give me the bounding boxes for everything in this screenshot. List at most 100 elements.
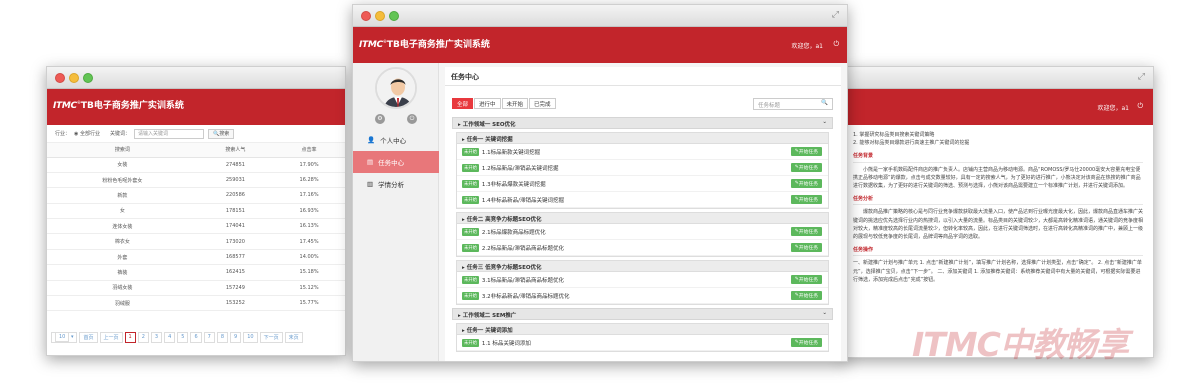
tab-completed[interactable]: 已完成 — [529, 98, 556, 109]
start-task-button[interactable]: ✎ 开始任务 — [790, 243, 822, 252]
task-item-title: 2.2标品新品/滞销品商品标题优化 — [481, 245, 564, 252]
search-icon[interactable]: 🔍 — [821, 100, 828, 106]
start-task-button[interactable]: ✎ 开始任务 — [790, 227, 822, 236]
tab-not-started[interactable]: 未开始 — [501, 98, 529, 109]
group-title: 任务一 关键词添加 — [466, 328, 513, 334]
keyword-table: 搜索词 搜索人气 点击率 女装 274851 17.90% 粉粉色毛呢外套女 25903… — [47, 143, 345, 312]
task-item: 未开始 3.1标品新品/滞销品商品标题优化 ✎ 开始任务 — [457, 272, 828, 288]
page-6[interactable]: 6 — [190, 332, 202, 343]
app-header: ITMC®TB电子商务推广实训系统 欢迎您，a1 ⏻ — [353, 27, 847, 63]
page-4[interactable]: 4 — [164, 332, 176, 343]
table-cell: 173020 — [197, 233, 274, 250]
expand-icon[interactable]: ⤢ — [1138, 72, 1145, 82]
start-task-button[interactable]: ✎ 开始任务 — [790, 147, 822, 156]
task-item-title: 1.4非标品新品/滞销品关键词挖掘 — [481, 197, 564, 204]
app-logo: ITMC®TB电子商务推广实训系统 — [53, 98, 184, 111]
nav-task-center[interactable]: ▤ 任务中心 — [353, 151, 439, 173]
search-placeholder: 任务标题 — [758, 103, 781, 109]
start-task-button[interactable]: ✎ 开始任务 — [790, 195, 822, 204]
industry-label: 行业： — [55, 131, 71, 137]
page-2[interactable]: 2 — [137, 332, 149, 343]
col-popularity: 搜索人气 — [197, 143, 274, 158]
close-window-dot[interactable] — [55, 73, 65, 83]
task-group-title: ▸ 任务一 关键词添加 — [457, 324, 828, 335]
table-cell: 174041 — [197, 218, 274, 235]
last-page-button[interactable]: 末页 — [284, 332, 303, 343]
status-tabs: 全部 进行中 未开始 已完成 — [452, 98, 556, 109]
chevron-down-icon[interactable]: ⌄ — [822, 310, 827, 316]
logout-icon[interactable]: ⏻ — [407, 114, 417, 124]
page-7[interactable]: 7 — [203, 332, 215, 343]
work-area-category[interactable]: ▸ 工作领域一 SEO优化 ⌄ — [452, 117, 833, 129]
next-page-button[interactable]: 下一页 — [259, 332, 283, 343]
start-task-button[interactable]: ✎ 开始任务 — [790, 275, 822, 284]
table-cell: 连体女装 — [47, 218, 198, 235]
page-10[interactable]: 10 — [243, 332, 258, 343]
tab-all[interactable]: 全部 — [452, 98, 474, 109]
table-cell: 178151 — [197, 203, 274, 220]
settings-icon[interactable]: ⚙ — [375, 114, 385, 124]
table-row: 棉衣女 173020 17.45% — [47, 233, 345, 250]
table-cell: 17.90% — [273, 157, 345, 173]
keyword-placeholder: 请输入关键词 — [138, 131, 169, 137]
start-task-label: 开始任务 — [798, 278, 818, 283]
start-task-button[interactable]: ✎ 开始任务 — [790, 338, 822, 347]
maximize-window-dot[interactable] — [83, 73, 93, 83]
page-9[interactable]: 9 — [230, 332, 242, 343]
table-cell: 粉粉色毛呢外套女 — [47, 172, 198, 189]
task-item: 未开始 2.2标品新品/滞销品商品标题优化 ✎ 开始任务 — [457, 240, 828, 256]
table-cell: 157249 — [197, 280, 274, 297]
task-search-input[interactable]: 任务标题 🔍 — [753, 98, 833, 110]
page-8[interactable]: 8 — [216, 332, 229, 343]
work-area-category[interactable]: ▸ 工作领域二 SEM推广 ⌄ — [452, 308, 833, 320]
page-size-select[interactable]: 10 ▾ — [51, 332, 78, 343]
task-item-title: 2.1标品爆款商品标题优化 — [481, 229, 546, 236]
window-chrome: ⤢ — [843, 67, 1153, 89]
tab-in-progress[interactable]: 进行中 — [474, 98, 501, 109]
status-badge: 未开始 — [462, 291, 479, 300]
start-task-button[interactable]: ✎ 开始任务 — [790, 179, 822, 188]
start-task-label: 开始任务 — [798, 341, 818, 346]
section-title-background: 任务背景 — [853, 152, 1143, 163]
filter-bar: 行业： ◉ 全部行业 关键词： 请输入关键词 🔍 搜索 — [47, 125, 345, 143]
welcome-text: 欢迎您，a1 — [1097, 105, 1130, 112]
prev-page-button[interactable]: 上一页 — [99, 332, 123, 343]
table-row: 外套 168577 14.00% — [47, 249, 345, 266]
page-1[interactable]: 1 — [124, 332, 136, 343]
task-item: 未开始 1.3非标品爆款关键词挖掘 ✎ 开始任务 — [457, 176, 828, 192]
task-group-title: ▸ 任务二 高竞争力标题SEO优化 — [457, 213, 828, 224]
start-task-button[interactable]: ✎ 开始任务 — [790, 163, 822, 172]
search-button[interactable]: 🔍 搜索 — [208, 128, 235, 139]
keyword-input[interactable]: 请输入关键词 — [134, 128, 204, 139]
table-cell: 16.28% — [273, 172, 345, 189]
nav-personal-center[interactable]: 👤 个人中心 — [353, 129, 439, 151]
table-row: 连体女装 174041 16.13% — [47, 218, 345, 235]
nav-learning-analysis[interactable]: ▥ 学情分析 — [353, 173, 439, 195]
task-item-title: 1.1 标品关键词添加 — [481, 340, 531, 347]
col-ctr: 点击率 — [273, 143, 345, 158]
nav-label: 学情分析 — [378, 181, 405, 189]
page-3[interactable]: 3 — [150, 332, 163, 343]
minimize-window-dot[interactable] — [375, 11, 385, 21]
app-header: 欢迎您，a1 ⏻ — [843, 89, 1153, 125]
chevron-down-icon[interactable]: ⌄ — [822, 119, 827, 125]
table-cell: 羽绒服 — [47, 295, 198, 312]
expand-icon[interactable]: ⤢ — [832, 10, 839, 20]
table-cell: 15.77% — [273, 295, 345, 312]
close-window-dot[interactable] — [361, 11, 371, 21]
user-icon: 👤 — [367, 136, 376, 144]
minimize-window-dot[interactable] — [69, 73, 79, 83]
power-icon[interactable]: ⏻ — [1137, 102, 1143, 111]
radio-all-industry[interactable]: ◉ 全部行业 — [74, 130, 100, 137]
power-icon[interactable]: ⏻ — [833, 40, 839, 49]
status-badge: 未开始 — [462, 179, 479, 188]
table-cell: 16.13% — [273, 218, 345, 235]
page-5[interactable]: 5 — [177, 332, 189, 343]
task-detail-window: ⤢ 欢迎您，a1 ⏻ 1. 掌握研究标品类目搜索关键词策略 2. 能够对标品类目… — [842, 66, 1154, 358]
task-group-title: ▸ 任务一 关键词挖掘 — [457, 133, 828, 144]
first-page-button[interactable]: 首页 — [79, 332, 98, 343]
start-task-button[interactable]: ✎ 开始任务 — [790, 291, 822, 300]
avatar[interactable] — [375, 67, 417, 109]
table-row: 羽绒服 153252 15.77% — [47, 295, 345, 312]
maximize-window-dot[interactable] — [389, 11, 399, 21]
